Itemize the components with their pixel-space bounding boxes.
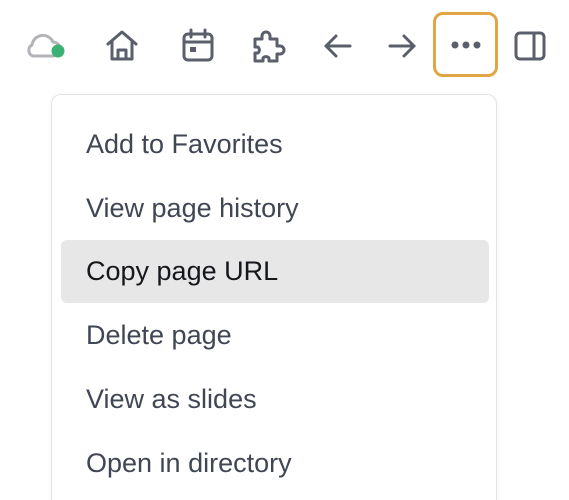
- page-options-menu: Add to Favorites View page history Copy …: [51, 94, 497, 500]
- menu-item-view-page-history[interactable]: View page history: [61, 177, 489, 240]
- home-icon[interactable]: [98, 24, 146, 68]
- header-toolbar: [0, 0, 569, 92]
- menu-item-label: View as slides: [86, 384, 257, 414]
- puzzle-icon[interactable]: [244, 22, 292, 70]
- menu-item-label: Copy page URL: [86, 256, 279, 286]
- menu-item-view-as-slides[interactable]: View as slides: [61, 368, 489, 431]
- arrow-right-icon[interactable]: [378, 24, 426, 68]
- menu-item-label: Open in directory: [86, 448, 292, 478]
- menu-item-label: Add to Favorites: [86, 129, 283, 159]
- menu-item-label: Delete page: [86, 320, 232, 350]
- menu-item-add-to-favorites[interactable]: Add to Favorites: [61, 113, 489, 176]
- calendar-icon[interactable]: [174, 24, 222, 68]
- menu-item-open-in-directory[interactable]: Open in directory: [61, 432, 489, 495]
- cloud-sync-icon[interactable]: [20, 26, 70, 66]
- menu-item-label: View page history: [86, 193, 299, 223]
- menu-item-delete-page[interactable]: Delete page: [61, 304, 489, 367]
- sidebar-toggle-icon[interactable]: [506, 24, 554, 68]
- page: Add to Favorites View page history Copy …: [0, 0, 569, 500]
- arrow-left-icon[interactable]: [314, 24, 362, 68]
- more-horizontal-icon[interactable]: [433, 12, 498, 77]
- menu-item-copy-page-url[interactable]: Copy page URL: [61, 240, 489, 303]
